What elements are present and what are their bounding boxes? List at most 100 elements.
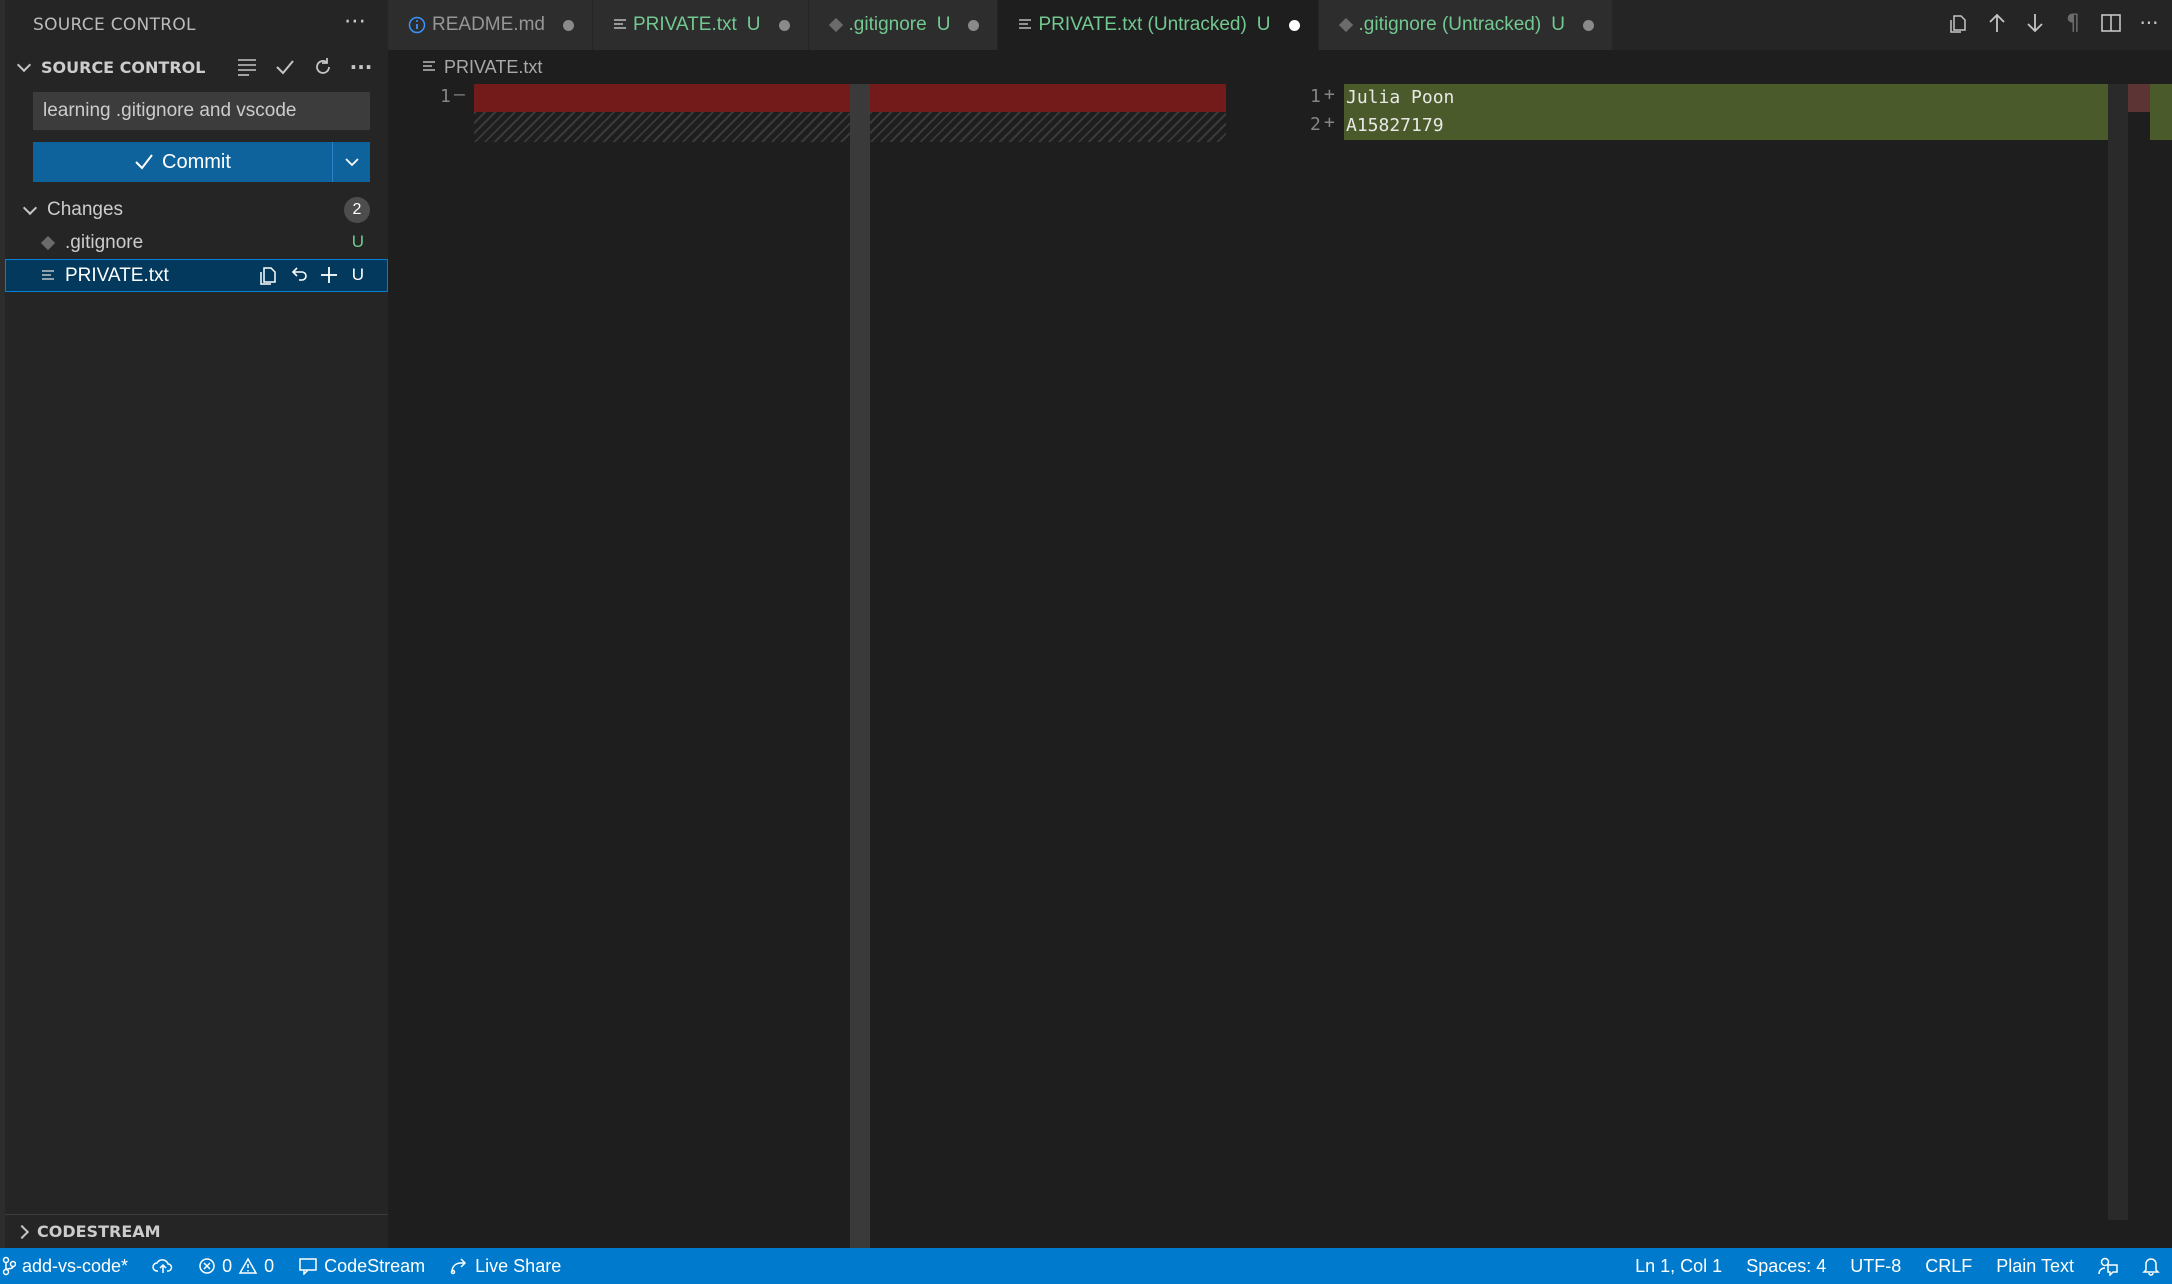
commit-button-label: Commit	[162, 150, 231, 173]
bell-icon	[2142, 1258, 2160, 1276]
tab-label: PRIVATE.txt (Untracked)	[1038, 14, 1247, 35]
untracked-status: U	[746, 14, 761, 35]
warning-icon	[238, 1257, 258, 1274]
unsaved-dot-icon[interactable]	[1288, 19, 1300, 31]
source-control-section-header[interactable]: SOURCE CONTROL ···	[5, 50, 388, 84]
git-file-icon	[1338, 18, 1353, 32]
diff-modified-pane[interactable]: 1 + Julia Poon 2 + A15827179	[1258, 84, 2148, 1248]
info-icon	[408, 16, 426, 34]
overview-ruler-deleted	[2128, 84, 2150, 112]
branch-indicator[interactable]: add-vs-code*	[0, 1248, 140, 1284]
codestream-label: CodeStream	[324, 1255, 426, 1276]
feedback-button[interactable]	[2086, 1248, 2130, 1284]
breadcrumb[interactable]: PRIVATE.txt	[388, 50, 2172, 84]
tab-label: PRIVATE.txt	[632, 14, 737, 35]
line-number: 2	[1310, 114, 1321, 135]
inserted-line: Julia Poon	[1344, 84, 2124, 112]
tab-label: README.md	[432, 14, 545, 35]
unsaved-dot-icon[interactable]	[562, 19, 574, 31]
commit-message-input[interactable]: learning .gitignore and vscode	[33, 92, 370, 130]
codestream-icon	[299, 1258, 317, 1275]
unsaved-dot-icon[interactable]	[968, 19, 980, 31]
untracked-status: U	[351, 265, 364, 284]
text-file-icon	[613, 19, 626, 29]
commit-message-text: learning .gitignore and vscode	[43, 100, 297, 121]
untracked-status: U	[1256, 14, 1271, 35]
previous-change-arrow-up-icon[interactable]	[1984, 10, 2010, 36]
commit-button-group: Commit	[33, 142, 370, 182]
inserted-line: A15827179	[1344, 112, 2124, 140]
overview-ruler-inserted	[2150, 84, 2172, 140]
discard-changes-icon[interactable]	[286, 262, 312, 288]
source-control-sidebar: SOURCE CONTROL ··· SOURCE CONTROL ··· le…	[0, 0, 388, 1248]
file-encoding[interactable]: UTF-8	[1838, 1248, 1913, 1284]
error-count: 0	[222, 1255, 233, 1276]
untracked-status: U	[936, 14, 951, 35]
changed-file-private-txt[interactable]: PRIVATE.txt U	[5, 259, 388, 292]
split-editor-icon[interactable]	[2098, 10, 2124, 36]
notifications-button[interactable]	[2130, 1248, 2172, 1284]
tab-private-txt[interactable]: PRIVATE.txt U	[592, 0, 809, 50]
codestream-status[interactable]: CodeStream	[286, 1248, 437, 1284]
deleted-marker: —	[454, 84, 465, 105]
file-name: .gitignore	[65, 231, 144, 253]
cloud-sync-icon	[152, 1259, 173, 1273]
more-actions-icon[interactable]: ···	[344, 10, 366, 35]
status-bar: add-vs-code* 0 0 CodeStream Live Share L…	[0, 1248, 2172, 1284]
changes-count-badge: 2	[344, 197, 370, 223]
file-name: PRIVATE.txt	[65, 264, 169, 286]
feedback-icon	[2098, 1257, 2118, 1276]
chevron-down-icon	[344, 158, 359, 167]
indentation[interactable]: Spaces: 4	[1734, 1248, 1838, 1284]
changes-group-header[interactable]: Changes 2	[5, 194, 388, 226]
codestream-title: CODESTREAM	[37, 1222, 161, 1241]
untracked-status: U	[1551, 14, 1565, 35]
error-icon	[199, 1258, 215, 1274]
warning-count: 0	[264, 1255, 275, 1276]
more-actions-icon[interactable]: ···	[348, 54, 374, 80]
tab-readme[interactable]: README.md	[388, 0, 593, 50]
show-whitespace-pilcrow-icon[interactable]: ¶	[2060, 10, 2086, 36]
commit-check-icon[interactable]	[272, 54, 298, 80]
more-actions-icon[interactable]: ···	[2136, 10, 2162, 36]
problems-indicator[interactable]: 0 0	[186, 1248, 286, 1284]
tab-label: .gitignore	[848, 14, 927, 35]
chevron-right-icon	[14, 1224, 30, 1239]
refresh-icon[interactable]	[310, 54, 336, 80]
section-title: SOURCE CONTROL	[41, 57, 206, 77]
text-file-icon	[39, 269, 57, 283]
tab-label: .gitignore (Untracked)	[1358, 14, 1542, 35]
left-pane-scrollbar[interactable]	[850, 84, 870, 1248]
unsaved-dot-icon[interactable]	[778, 19, 790, 31]
text-file-icon	[1019, 19, 1032, 29]
sync-button[interactable]	[140, 1248, 186, 1284]
tab-gitignore[interactable]: .gitignore U	[808, 0, 999, 50]
diff-original-pane[interactable]: 1 —	[388, 84, 1238, 1248]
end-of-line[interactable]: CRLF	[1913, 1248, 1984, 1284]
editor-tab-bar: README.md PRIVATE.txt U .gitignore U PRI…	[388, 0, 2172, 50]
text-file-icon	[423, 61, 435, 71]
live-share-icon	[450, 1258, 467, 1275]
tab-gitignore-untracked[interactable]: .gitignore (Untracked) U	[1318, 0, 1613, 50]
changed-file-gitignore[interactable]: .gitignore U	[5, 226, 388, 259]
branch-name: add-vs-code*	[22, 1255, 129, 1276]
stage-changes-plus-icon[interactable]	[316, 262, 342, 288]
changes-label: Changes	[47, 199, 124, 220]
cursor-position[interactable]: Ln 1, Col 1	[1623, 1248, 1734, 1284]
open-file-icon[interactable]	[256, 262, 282, 288]
right-pane-scrollbar[interactable]	[2108, 84, 2128, 1220]
codestream-section-header[interactable]: CODESTREAM	[5, 1214, 388, 1248]
commit-dropdown-button[interactable]	[332, 142, 370, 182]
tab-private-txt-untracked[interactable]: PRIVATE.txt (Untracked) U	[998, 0, 1319, 50]
unsaved-dot-icon[interactable]	[1582, 19, 1594, 31]
language-mode[interactable]: Plain Text	[1984, 1248, 2086, 1284]
open-file-icon[interactable]	[1946, 10, 1972, 36]
next-change-arrow-down-icon[interactable]	[2022, 10, 2048, 36]
view-as-tree-icon[interactable]	[234, 54, 260, 80]
live-share-button[interactable]: Live Share	[437, 1248, 573, 1284]
commit-button[interactable]: Commit	[33, 142, 332, 182]
chevron-down-icon	[16, 57, 32, 73]
line-number: 1	[1310, 86, 1321, 107]
git-file-icon	[828, 18, 843, 32]
inserted-marker: +	[1324, 84, 1335, 105]
